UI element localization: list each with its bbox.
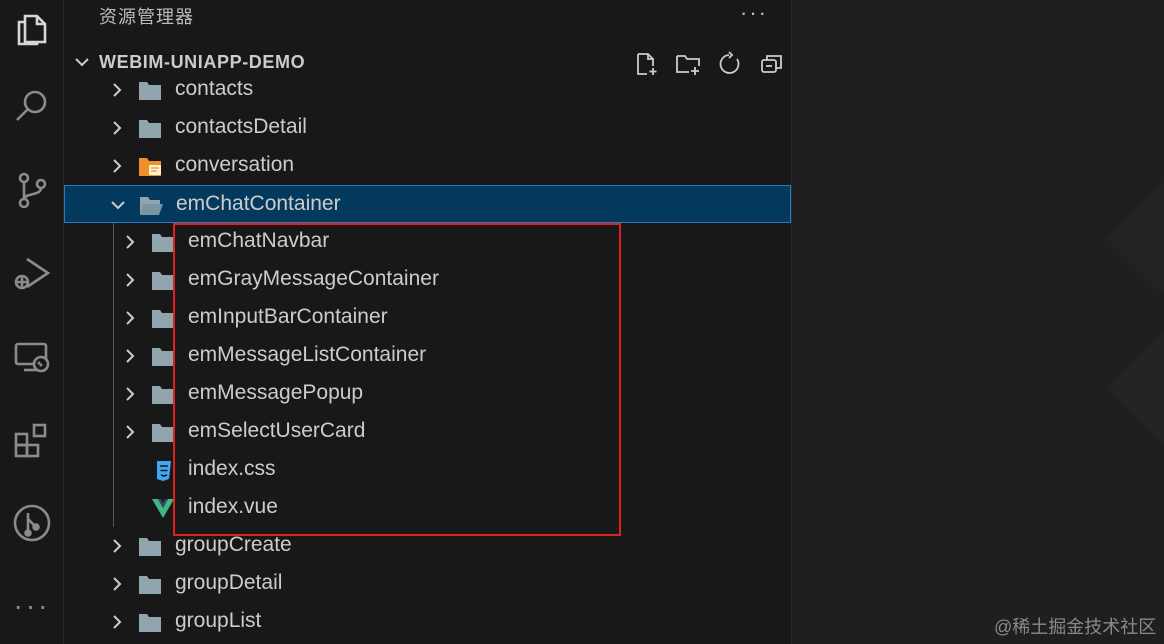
editor-area: @稀土掘金技术社区: [793, 0, 1164, 644]
tree-item-label: contacts: [175, 77, 254, 100]
folder-icon: [152, 272, 174, 290]
tree-item-label: emChatContainer: [176, 192, 341, 215]
folder-icon: [152, 386, 174, 404]
chevron-right-icon: [126, 425, 135, 439]
chevron-right-icon: [126, 273, 135, 287]
explorer-panel: 资源管理器 ··· WEBIM-UNIAPP-DEMO contacts cont…: [64, 0, 792, 644]
explorer-title: 资源管理器: [99, 7, 194, 27]
tree-item-label: groupList: [175, 609, 262, 632]
folder-icon: [152, 310, 174, 328]
source-control-icon[interactable]: [0, 162, 64, 218]
chevron-right-icon: [113, 577, 122, 591]
chevron-right-icon: [113, 121, 122, 135]
chevron-right-icon: [126, 349, 135, 363]
run-debug-icon[interactable]: [0, 245, 64, 301]
folder-icon: [139, 120, 161, 138]
folder-icon: [139, 82, 161, 100]
folder-icon: [139, 614, 161, 632]
folder-icon: [152, 234, 174, 252]
remote-explorer-icon[interactable]: [0, 328, 64, 384]
folder-open-icon: [140, 197, 163, 215]
chevron-right-icon: [113, 83, 122, 97]
tree-folder-row[interactable]: contacts: [64, 71, 791, 109]
tree-item-label: conversation: [175, 153, 295, 176]
tree-item-label: groupCreate: [175, 533, 292, 556]
extensions-icon[interactable]: [0, 412, 64, 468]
workspace-name: WEBIM-UNIAPP-DEMO: [99, 52, 306, 72]
folder-icon: [139, 538, 161, 556]
watermark-text: @稀土掘金技术社区: [994, 617, 1157, 637]
more-icon[interactable]: ···: [0, 586, 64, 626]
chevron-right-icon: [113, 539, 122, 553]
activity-bar: ···: [0, 0, 64, 644]
chevron-right-icon: [126, 235, 135, 249]
folder-icon: [152, 348, 174, 366]
files-icon[interactable]: [0, 0, 64, 56]
css-file-icon: [157, 461, 171, 481]
conversation-folder-icon: [139, 158, 161, 176]
indent-guide: [113, 223, 114, 527]
chevron-right-icon: [113, 615, 122, 629]
tree-folder-row[interactable]: emChatContainer: [64, 185, 791, 223]
tree-folder-row[interactable]: groupDetail: [64, 565, 791, 603]
search-icon[interactable]: [0, 78, 64, 134]
explorer-header: 资源管理器 ···: [64, 0, 791, 32]
folder-icon: [152, 424, 174, 442]
chevron-right-icon: [126, 387, 135, 401]
tree-folder-row[interactable]: contactsDetail: [64, 109, 791, 147]
vscode-watermark-logo: [1106, 183, 1164, 443]
tree-item-label: groupDetail: [175, 571, 283, 594]
chevron-right-icon: [126, 311, 135, 325]
explorer-more-button[interactable]: ···: [740, 0, 768, 26]
git-graph-icon[interactable]: [0, 495, 64, 551]
annotation-highlight-box: [173, 223, 621, 536]
tree-folder-row[interactable]: groupList: [64, 603, 791, 641]
tree-folder-row[interactable]: conversation: [64, 147, 791, 185]
chevron-right-icon: [113, 159, 122, 173]
chevron-down-icon: [111, 201, 125, 210]
vue-file-icon: [152, 499, 174, 518]
folder-icon: [139, 576, 161, 594]
chevron-down-icon: [75, 58, 89, 67]
tree-item-label: contactsDetail: [175, 115, 307, 138]
